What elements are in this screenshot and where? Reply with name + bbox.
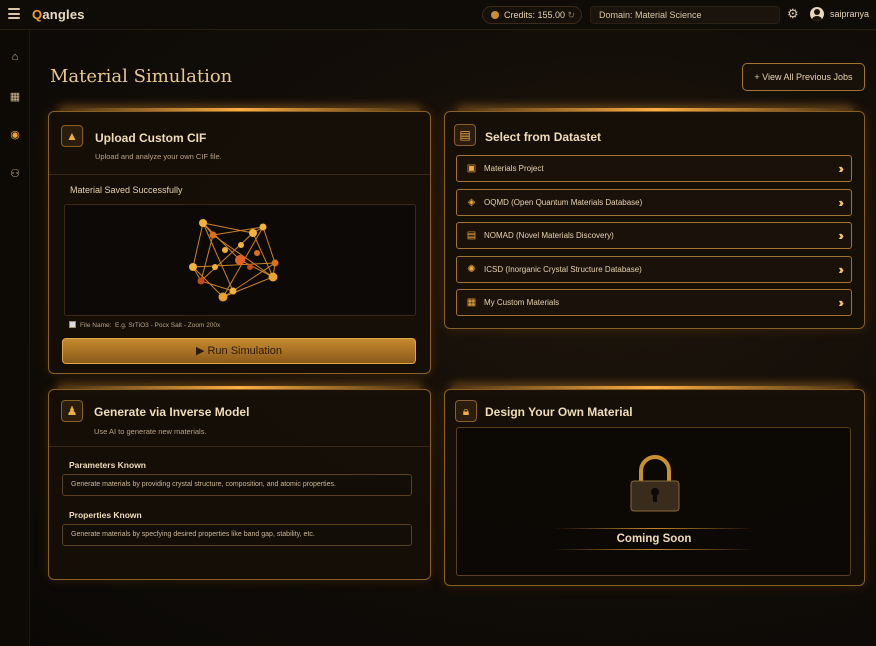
domain-selector[interactable]: Domain: Material Science	[590, 6, 780, 24]
divider	[49, 174, 430, 175]
dataset-item-label: Materials Project	[484, 164, 544, 173]
view-previous-jobs-button[interactable]: + View All Previous Jobs	[742, 63, 865, 91]
page-title: Material Simulation	[50, 66, 233, 87]
chevron-right-icon: ››	[838, 295, 843, 310]
properties-known-label: Properties Known	[69, 510, 142, 520]
camera-icon: ▤	[466, 230, 477, 241]
cubes-icon: ▣	[466, 163, 477, 174]
dataset-item-oqmd[interactable]: ◈ OQMD (Open Quantum Materials Database)…	[456, 189, 852, 216]
lock-icon: 🔒︎	[455, 400, 477, 422]
nodes-icon[interactable]: ⚇	[8, 167, 22, 181]
sidebar	[0, 30, 30, 646]
dataset-card-title: Select from Datastet	[485, 130, 602, 144]
coming-soon-panel	[456, 427, 851, 576]
dataset-item-label: ICSD (Inorganic Crystal Structure Databa…	[484, 265, 642, 274]
chevron-right-icon: ››	[838, 262, 843, 277]
padlock-icon	[630, 455, 680, 512]
inverse-card-title: Generate via Inverse Model	[94, 405, 250, 419]
dataset-item-my-custom-materials[interactable]: ▦ My Custom Materials ››	[456, 289, 852, 316]
home-icon[interactable]: ⌂	[8, 50, 22, 64]
user-avatar-icon[interactable]	[810, 7, 824, 21]
run-simulation-label: Run Simulation	[207, 345, 283, 357]
divider	[552, 549, 756, 550]
parameters-known-label: Parameters Known	[69, 460, 146, 470]
gear-icon[interactable]: ⚙	[787, 7, 799, 21]
file-name-checkbox[interactable]	[69, 321, 76, 328]
chevron-right-icon: ››	[838, 228, 843, 243]
dataset-item-materials-project[interactable]: ▣ Materials Project ››	[456, 155, 852, 182]
users-icon: ♟	[61, 400, 83, 422]
run-simulation-button[interactable]: ▶ Run Simulation	[62, 338, 416, 364]
dataset-item-label: NOMAD (Novel Materials Discovery)	[484, 231, 614, 240]
username[interactable]: saipranya	[830, 9, 869, 19]
dashboard-icon[interactable]: ▦	[8, 90, 22, 104]
play-icon: ▶	[195, 345, 208, 357]
coming-soon-label: Coming Soon	[616, 533, 692, 545]
globe-icon[interactable]: ◉	[8, 128, 22, 142]
file-name-label: File Name	[80, 322, 110, 329]
refresh-icon[interactable]: ↻	[567, 7, 575, 23]
crystal-structure-image	[189, 219, 279, 302]
credits-label: Credits: 155.00	[504, 10, 566, 20]
upload-icon: ▲	[61, 125, 83, 147]
dataset-item-nomad[interactable]: ▤ NOMAD (Novel Materials Discovery) ››	[456, 222, 852, 249]
hamburger-icon[interactable]	[8, 8, 20, 19]
properties-known-option[interactable]: Generate materials by specfying desired …	[62, 524, 412, 546]
chevron-right-icon: ››	[838, 195, 843, 210]
inverse-card-subtitle: Use AI to generate new materials.	[94, 427, 207, 436]
divider	[552, 528, 756, 529]
database-icon: ▤	[454, 124, 476, 146]
coin-icon	[491, 11, 499, 19]
design-card-title: Design Your Own Material	[485, 405, 633, 419]
chevron-right-icon: ››	[838, 161, 843, 176]
app-logo[interactable]: Qangles	[32, 7, 85, 22]
file-name-placeholder[interactable]: E.g. SrTiO3 - Pocx Salt - Zoom 200x	[115, 322, 220, 329]
grid-icon: ▦	[466, 297, 477, 308]
upload-card-title: Upload Custom CIF	[95, 131, 207, 145]
divider	[49, 446, 430, 447]
credits-badge: Credits: 155.00 ↻	[482, 6, 582, 24]
atom-icon: ✺	[467, 264, 476, 275]
crystal-viewer[interactable]	[64, 204, 416, 316]
leaf-icon: ◈	[467, 197, 476, 208]
file-name-row: File Name: E.g. SrTiO3 - Pocx Salt - Zoo…	[69, 321, 220, 329]
dataset-item-icsd[interactable]: ✺ ICSD (Inorganic Crystal Structure Data…	[456, 256, 852, 283]
parameters-known-option[interactable]: Generate materials by providing crystal …	[62, 474, 412, 496]
upload-card-subtitle: Upload and analyze your own CIF file.	[95, 152, 222, 161]
dataset-item-label: My Custom Materials	[484, 298, 560, 307]
saved-message: Material Saved Successfully	[70, 185, 183, 195]
dataset-item-label: OQMD (Open Quantum Materials Database)	[484, 198, 643, 207]
